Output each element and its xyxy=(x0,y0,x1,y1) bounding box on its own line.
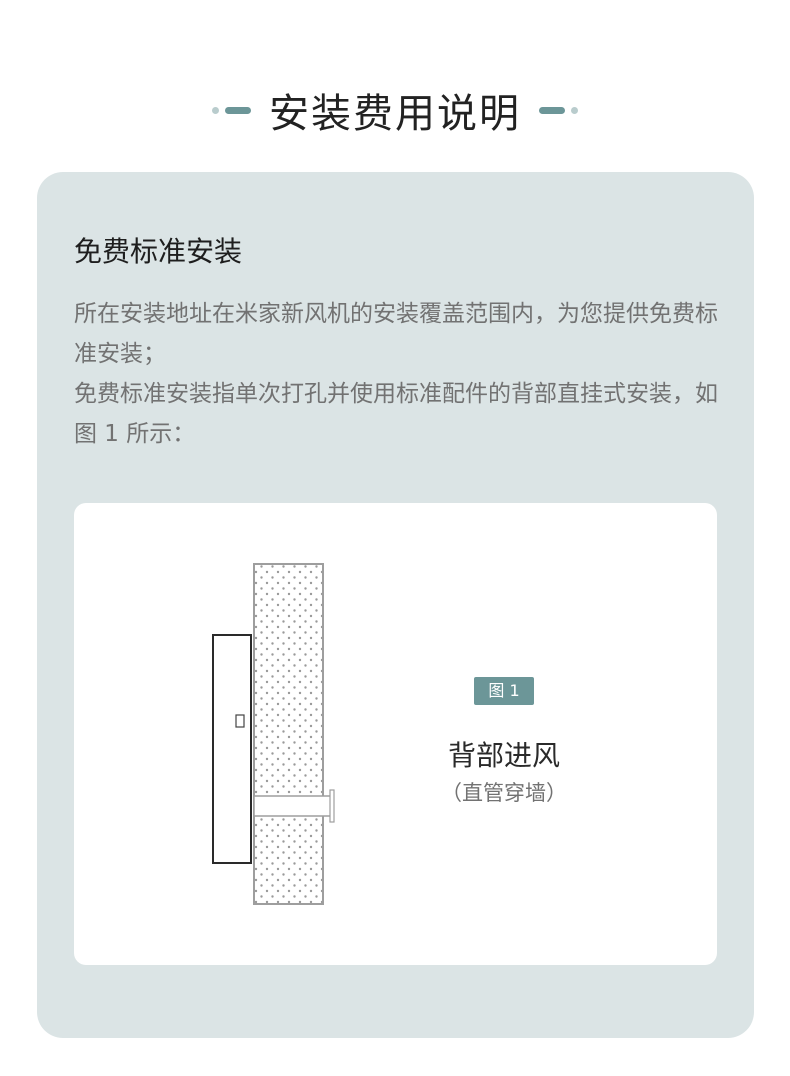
figure-badge: 图 1 xyxy=(474,677,534,705)
page: 安装费用说明 免费标准安装 所在安装地址在米家新风机的安装覆盖范围内，为您提供免… xyxy=(0,0,790,1076)
section-body: 所在安装地址在米家新风机的安装覆盖范围内，为您提供免费标准安装； 免费标准安装指… xyxy=(74,294,724,454)
decoration-dot xyxy=(212,106,219,114)
figure-label: 背部进风 xyxy=(447,739,560,772)
wall-section xyxy=(253,563,324,905)
figure-sublabel: （直管穿墙） xyxy=(441,781,567,805)
decoration-bar xyxy=(539,106,565,114)
wall-mount-diagram xyxy=(212,563,335,905)
unit-indicator xyxy=(235,714,245,728)
decoration-bar xyxy=(225,106,251,114)
decoration-dot xyxy=(571,106,578,114)
section-heading: 免费标准安装 xyxy=(74,235,243,268)
title-row: 安装费用说明 xyxy=(0,80,790,140)
body-paragraph-coverage: 所在安装地址在米家新风机的安装覆盖范围内，为您提供免费标准安装； xyxy=(74,301,718,367)
figure-box: 图 1 背部进风 （直管穿墙） xyxy=(74,503,717,965)
air-purifier-unit xyxy=(212,634,252,864)
body-paragraph-definition: 免费标准安装指单次打孔并使用标准配件的背部直挂式安装，如图 1 所示： xyxy=(74,381,718,447)
title-decoration-right xyxy=(539,106,578,114)
pipe-outer-cap xyxy=(329,789,335,823)
vent-pipe xyxy=(253,795,333,817)
info-card: 免费标准安装 所在安装地址在米家新风机的安装覆盖范围内，为您提供免费标准安装； … xyxy=(37,172,754,1038)
page-title: 安装费用说明 xyxy=(269,91,521,137)
title-decoration-left xyxy=(212,106,251,114)
